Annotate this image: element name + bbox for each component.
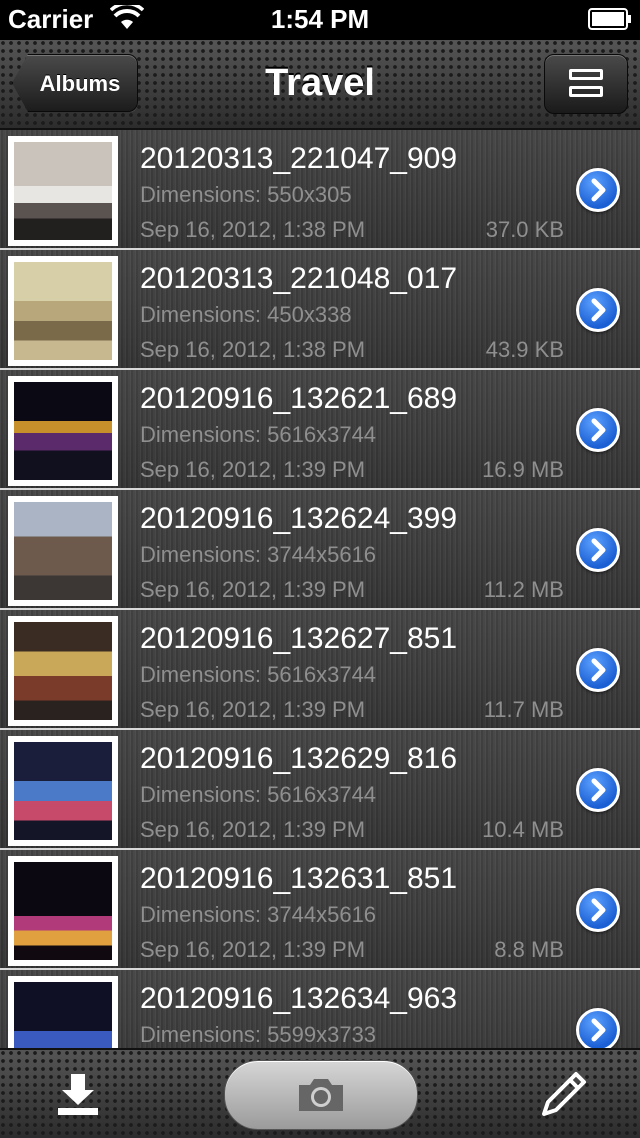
photo-list[interactable]: 20120313_221047_909 Dimensions: 550x305 … bbox=[0, 130, 640, 1048]
photo-file-size: 8.8 MB bbox=[494, 937, 564, 962]
photo-file-size: 37.0 KB bbox=[485, 217, 564, 242]
photo-filename: 20120916_132629_816 bbox=[140, 742, 458, 775]
photo-dimensions: Dimensions: 5599x3733 bbox=[140, 1022, 377, 1047]
detail-disclosure-button[interactable] bbox=[576, 288, 620, 332]
chevron-right-icon bbox=[591, 1018, 606, 1042]
detail-disclosure-button[interactable] bbox=[576, 648, 620, 692]
photo-dimensions: Dimensions: 5616x3744 bbox=[140, 782, 377, 807]
photo-filename: 20120916_132634_963 bbox=[140, 982, 458, 1015]
detail-disclosure-button[interactable] bbox=[576, 1008, 620, 1048]
photo-filename: 20120313_221048_017 bbox=[140, 262, 458, 295]
clock: 1:54 PM bbox=[270, 4, 370, 34]
photo-row[interactable]: 20120916_132634_963 Dimensions: 5599x373… bbox=[0, 970, 640, 1048]
photo-row[interactable]: 20120916_132624_399 Dimensions: 3744x561… bbox=[0, 490, 640, 610]
photo-row[interactable]: 20120313_221048_017 Dimensions: 450x338 … bbox=[0, 250, 640, 370]
photo-thumbnail[interactable] bbox=[8, 856, 118, 966]
detail-disclosure-button[interactable] bbox=[576, 888, 620, 932]
photo-row[interactable]: 20120916_132629_816 Dimensions: 5616x374… bbox=[0, 730, 640, 850]
detail-disclosure-button[interactable] bbox=[576, 528, 620, 572]
photo-dimensions: Dimensions: 5616x3744 bbox=[140, 662, 377, 687]
photo-thumbnail[interactable] bbox=[8, 256, 118, 366]
chevron-right-icon bbox=[591, 178, 606, 202]
photo-file-size: 11.2 MB bbox=[483, 577, 564, 602]
photo-date: Sep 16, 2012, 1:39 PM bbox=[140, 457, 366, 482]
chevron-right-icon bbox=[591, 298, 606, 322]
chevron-right-icon bbox=[591, 778, 606, 802]
photo-dimensions: Dimensions: 5616x3744 bbox=[140, 422, 377, 447]
thumbnail-image bbox=[14, 382, 112, 480]
thumbnail-image bbox=[14, 142, 112, 240]
photo-row[interactable]: 20120916_132631_851 Dimensions: 3744x561… bbox=[0, 850, 640, 970]
photo-date: Sep 16, 2012, 1:38 PM bbox=[140, 217, 366, 242]
battery-icon bbox=[588, 8, 631, 30]
camera-button[interactable] bbox=[224, 1060, 418, 1130]
photo-thumbnail[interactable] bbox=[8, 496, 118, 606]
chevron-right-icon bbox=[591, 898, 606, 922]
detail-disclosure-button[interactable] bbox=[576, 768, 620, 812]
detail-disclosure-button[interactable] bbox=[576, 408, 620, 452]
photo-thumbnail[interactable] bbox=[8, 136, 118, 246]
navigation-bar: Albums Travel bbox=[0, 40, 640, 130]
thumbnail-image bbox=[14, 742, 112, 840]
thumbnail-image bbox=[14, 982, 112, 1048]
bottom-toolbar bbox=[0, 1048, 640, 1138]
photo-file-size: 43.9 KB bbox=[485, 337, 564, 362]
photo-thumbnail[interactable] bbox=[8, 616, 118, 726]
thumbnail-image bbox=[14, 262, 112, 360]
photo-thumbnail[interactable] bbox=[8, 376, 118, 486]
photo-row[interactable]: 20120916_132621_689 Dimensions: 5616x374… bbox=[0, 370, 640, 490]
page-title: Travel bbox=[265, 62, 375, 104]
photo-thumbnail[interactable] bbox=[8, 736, 118, 846]
photo-thumbnail[interactable] bbox=[8, 976, 118, 1048]
download-icon[interactable] bbox=[52, 1068, 104, 1120]
photo-filename: 20120916_132627_851 bbox=[140, 622, 458, 655]
thumbnail-image bbox=[14, 862, 112, 960]
thumbnail-image bbox=[14, 502, 112, 600]
photo-date: Sep 16, 2012, 1:39 PM bbox=[140, 817, 366, 842]
photo-date: Sep 16, 2012, 1:39 PM bbox=[140, 937, 366, 962]
photo-date: Sep 16, 2012, 1:38 PM bbox=[140, 337, 366, 362]
list-layout-icon-lower bbox=[569, 86, 603, 97]
camera-icon bbox=[299, 1079, 343, 1111]
chevron-right-icon bbox=[591, 658, 606, 682]
pencil-icon[interactable] bbox=[540, 1070, 588, 1118]
chevron-right-icon bbox=[591, 538, 606, 562]
photo-dimensions: Dimensions: 550x305 bbox=[140, 182, 352, 207]
photo-filename: 20120916_132631_851 bbox=[140, 862, 458, 895]
thumbnail-image bbox=[14, 622, 112, 720]
photo-dimensions: Dimensions: 3744x5616 bbox=[140, 542, 377, 567]
photo-row[interactable]: 20120313_221047_909 Dimensions: 550x305 … bbox=[0, 130, 640, 250]
photo-file-size: 16.9 MB bbox=[482, 457, 564, 482]
photo-dimensions: Dimensions: 3744x5616 bbox=[140, 902, 377, 927]
photo-filename: 20120313_221047_909 bbox=[140, 142, 458, 175]
photo-filename: 20120916_132624_399 bbox=[140, 502, 458, 535]
photo-file-size: 11.7 MB bbox=[483, 697, 564, 722]
photo-file-size: 10.4 MB bbox=[482, 817, 564, 842]
list-layout-icon bbox=[569, 69, 603, 80]
photo-filename: 20120916_132621_689 bbox=[140, 382, 458, 415]
photo-dimensions: Dimensions: 450x338 bbox=[140, 302, 352, 327]
status-bar: Carrier 1:54 PM bbox=[0, 0, 640, 40]
list-layout-button[interactable] bbox=[544, 54, 628, 114]
detail-disclosure-button[interactable] bbox=[576, 168, 620, 212]
photo-date: Sep 16, 2012, 1:39 PM bbox=[140, 577, 366, 602]
photo-date: Sep 16, 2012, 1:39 PM bbox=[140, 697, 366, 722]
photo-row[interactable]: 20120916_132627_851 Dimensions: 5616x374… bbox=[0, 610, 640, 730]
chevron-right-icon bbox=[591, 418, 606, 442]
albums-back-button[interactable]: Albums bbox=[12, 54, 138, 112]
